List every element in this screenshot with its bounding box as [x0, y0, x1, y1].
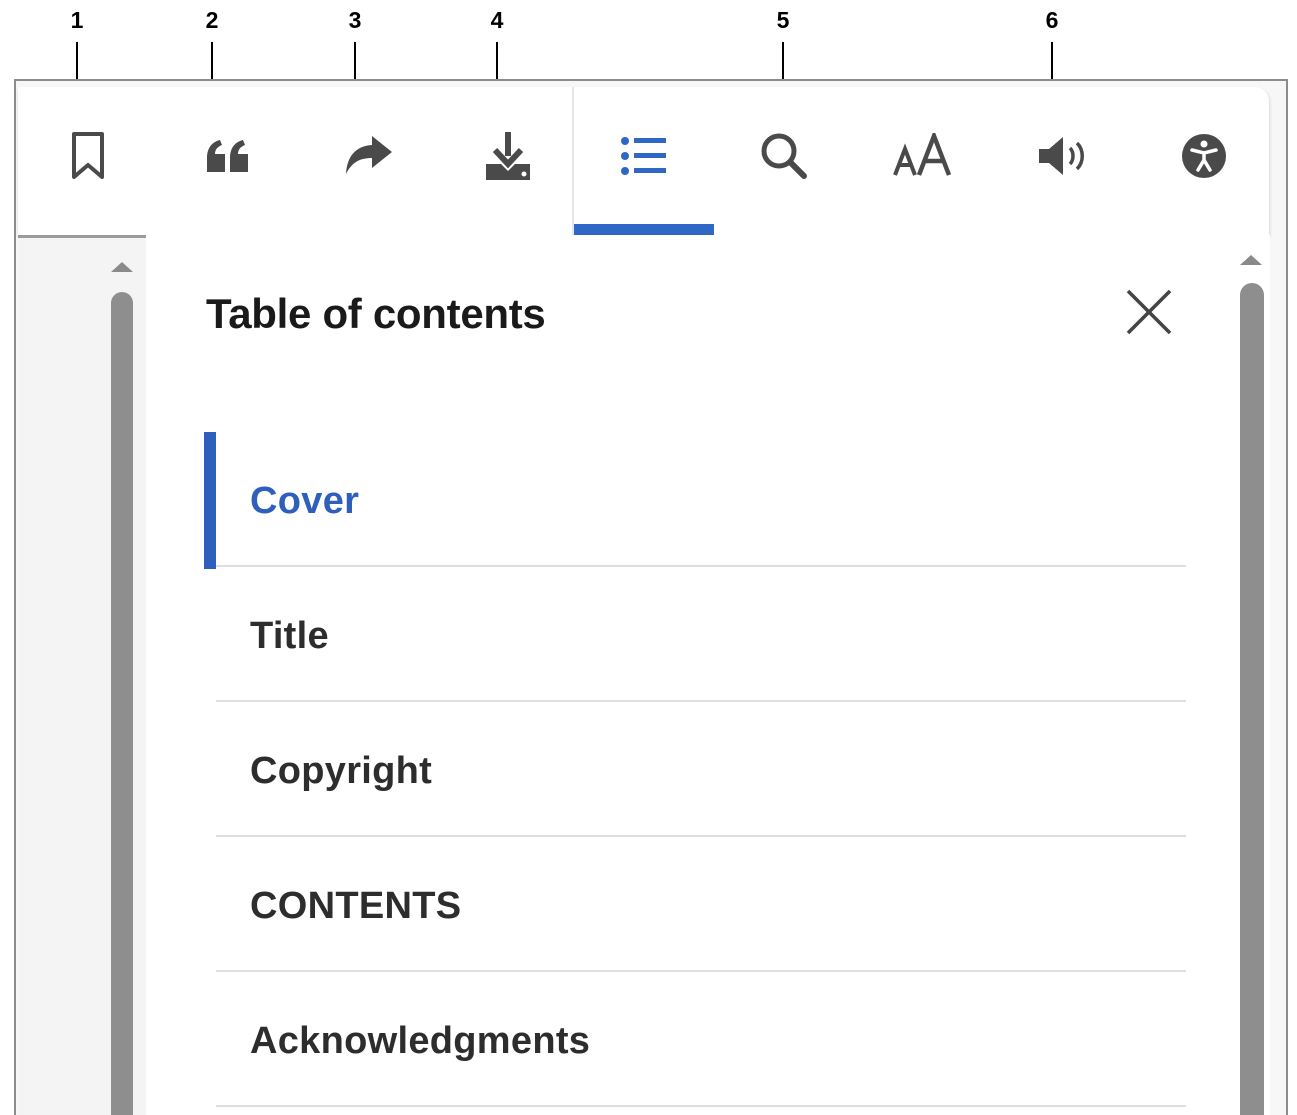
accessibility-icon [1182, 134, 1226, 178]
callout-number: 4 [490, 7, 504, 33]
speaker-icon [1039, 137, 1084, 175]
audio-button[interactable] [994, 87, 1134, 235]
close-toc-button[interactable] [1124, 287, 1174, 337]
callout-number: 1 [70, 7, 84, 33]
download-icon [486, 132, 530, 180]
bookmark-icon [72, 132, 104, 179]
toc-item-title[interactable]: Title [216, 567, 1186, 702]
callout-3: 3 [335, 6, 375, 114]
page-view-strip [18, 235, 146, 1115]
callout-number: 6 [1045, 7, 1059, 33]
search-button[interactable] [714, 87, 854, 235]
toc-item-acknowledgments[interactable]: Acknowledgments [216, 972, 1186, 1107]
reader-window: Table of contents Cover Title Copyright [14, 79, 1288, 1115]
toc-title: Table of contents [206, 290, 546, 337]
close-icon [1126, 289, 1172, 335]
toc-list: Cover Title Copyright CONTENTS Acknowled… [204, 432, 1186, 1107]
scroll-up-arrow-icon[interactable] [111, 262, 133, 272]
callout-6: 6 [1032, 6, 1072, 114]
scroll-up-arrow-icon[interactable] [1240, 255, 1262, 265]
callout-number: 5 [776, 7, 790, 33]
download-button[interactable] [438, 87, 578, 235]
table-of-contents-button[interactable] [574, 87, 714, 235]
text-size-icon [893, 133, 952, 176]
toc-item-label: Title [250, 615, 329, 657]
callout-number: 2 [205, 7, 219, 33]
callout-number: 3 [348, 7, 362, 33]
accessibility-button[interactable] [1134, 87, 1274, 235]
callout-2: 2 [192, 6, 232, 114]
toc-item-contents[interactable]: CONTENTS [216, 837, 1186, 972]
quote-icon [207, 140, 248, 172]
share-arrow-icon [346, 136, 392, 174]
callout-4: 4 [477, 6, 517, 114]
toc-item-copyright[interactable]: Copyright [216, 702, 1186, 837]
quote-button[interactable] [158, 87, 298, 235]
table-of-contents-panel: Table of contents Cover Title Copyright [146, 235, 1270, 1115]
callout-1: 1 [57, 6, 97, 114]
bookmark-button[interactable] [18, 87, 158, 235]
callout-5: 5 [763, 6, 803, 114]
toc-item-label: Cover [250, 480, 360, 522]
toc-item-label: CONTENTS [250, 885, 462, 927]
screenshot-stage: 1 2 3 4 5 6 Table of contents Cover Titl… [0, 0, 1297, 1115]
toc-item-cover[interactable]: Cover [204, 432, 1186, 569]
toc-item-label: Copyright [250, 750, 433, 792]
active-tab-indicator [574, 224, 714, 235]
toc-scrollbar-thumb[interactable] [1240, 283, 1264, 1115]
search-icon [761, 133, 807, 179]
text-size-button[interactable] [854, 87, 994, 235]
table-of-contents-icon [621, 137, 666, 175]
reader-toolbar [18, 87, 1270, 235]
page-scrollbar-thumb[interactable] [111, 292, 133, 1115]
toc-item-label: Acknowledgments [250, 1020, 591, 1062]
share-button[interactable] [298, 87, 438, 235]
